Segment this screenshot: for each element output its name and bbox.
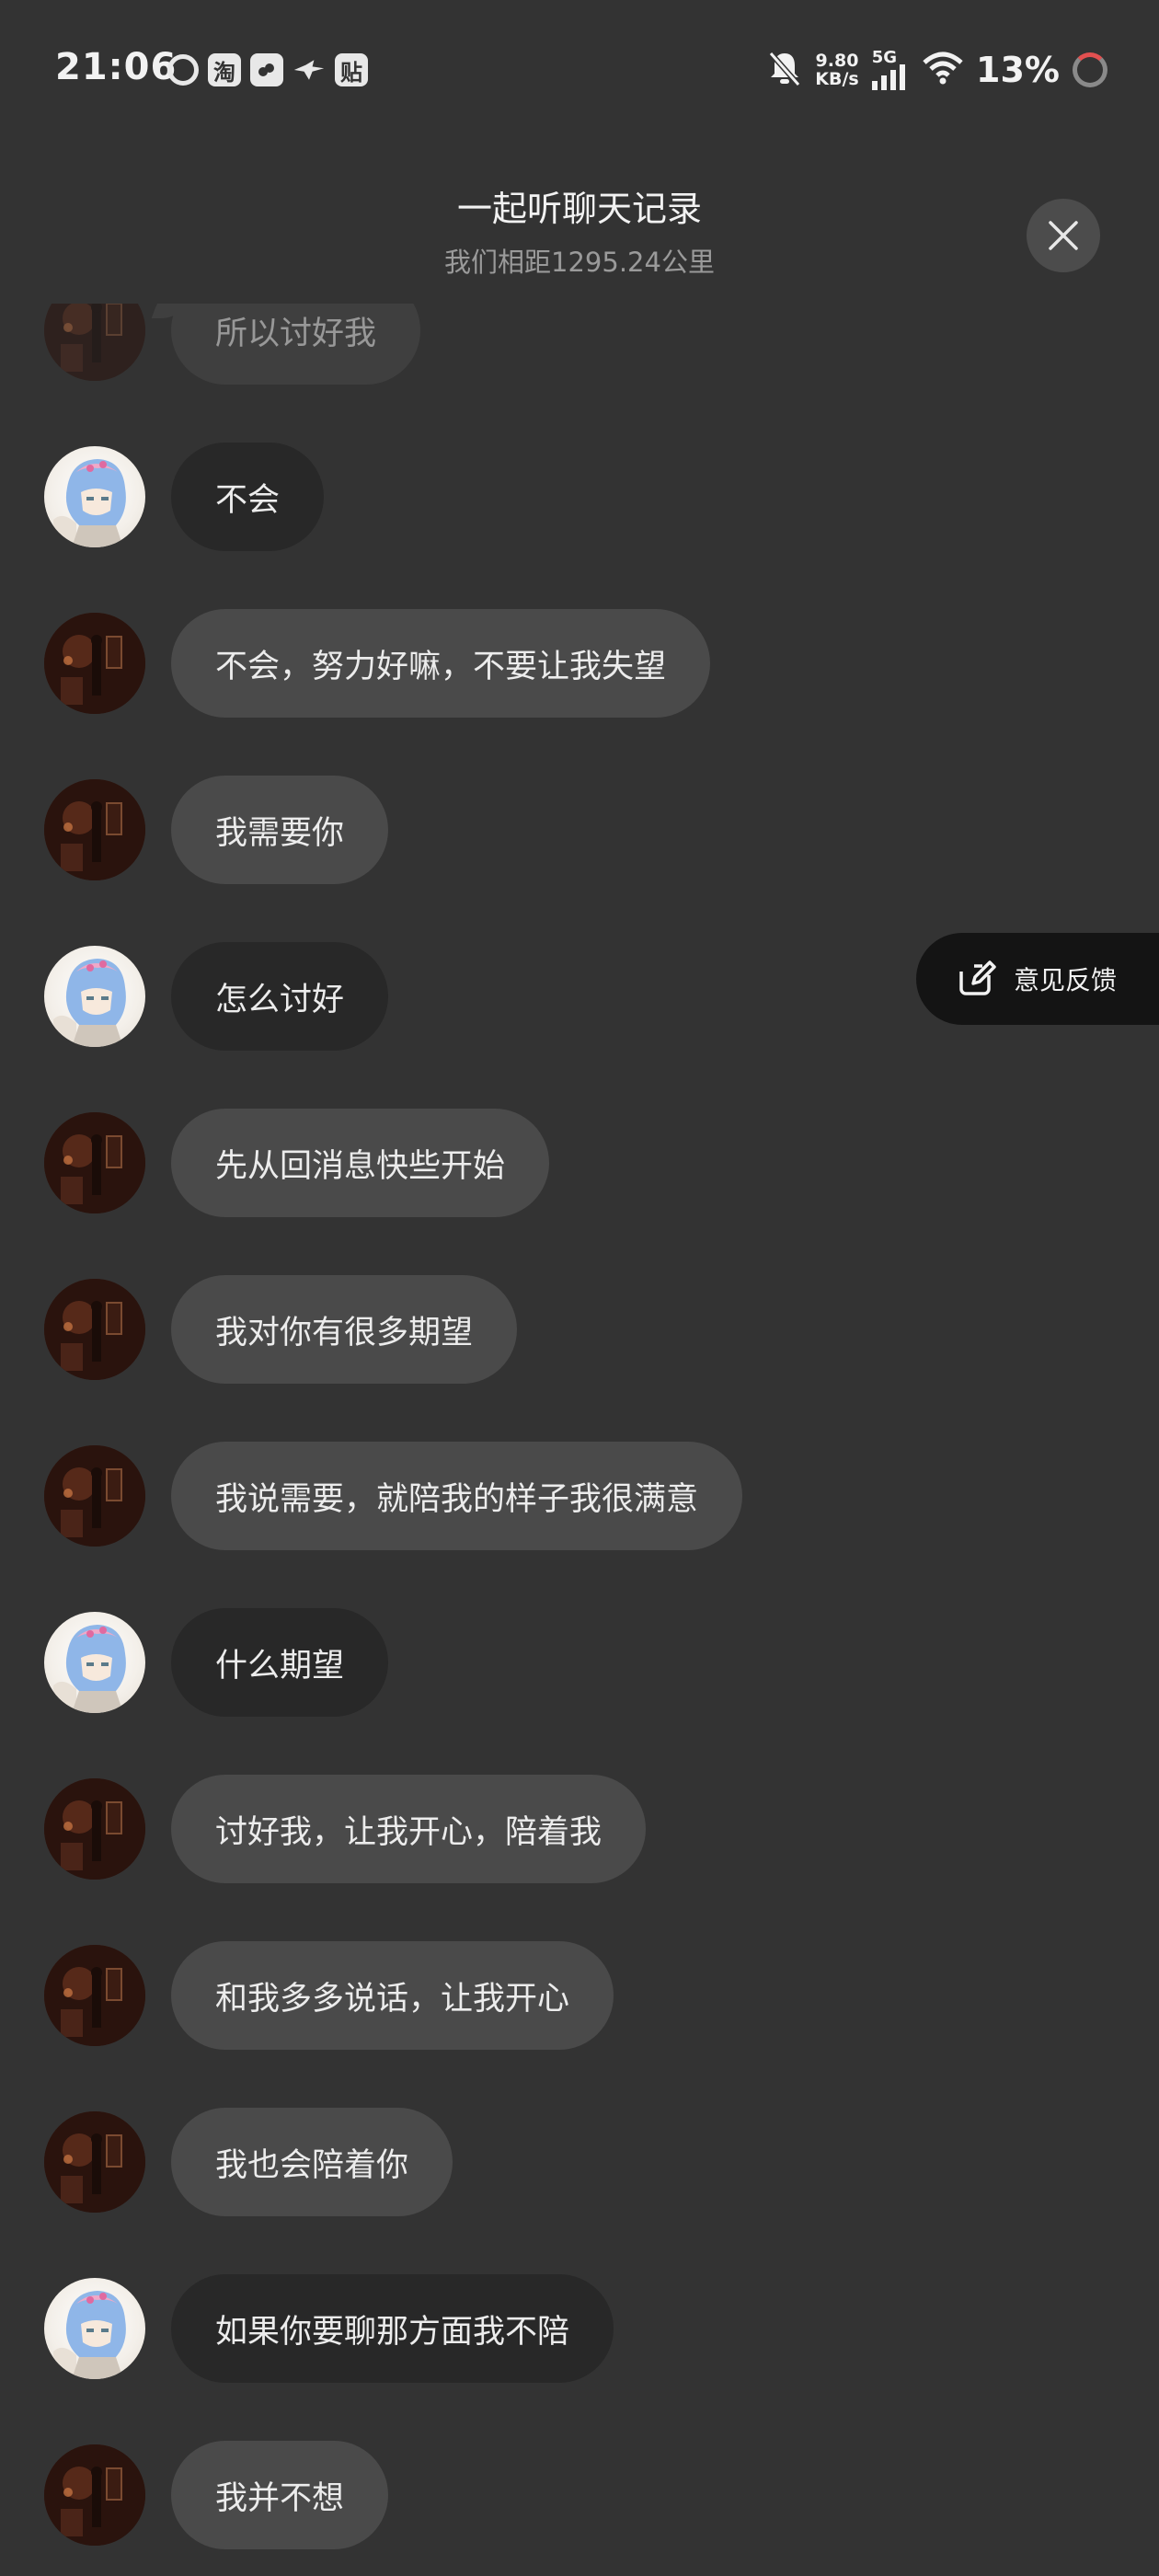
anime-avatar[interactable] xyxy=(44,946,145,1047)
message-bubble: 所以讨好我 xyxy=(171,304,421,385)
net-speed-unit: KB/s xyxy=(815,68,859,89)
bird-icon xyxy=(293,53,326,86)
close-button[interactable] xyxy=(1027,199,1100,272)
message-row: 我说需要，就陪我的样子我很满意 xyxy=(0,1442,1159,1552)
user-avatar[interactable] xyxy=(44,2444,145,2546)
user-avatar[interactable] xyxy=(44,1112,145,1213)
message-bubble: 怎么讨好 xyxy=(171,942,389,1051)
status-bar: 21:06 淘 贴 9.80 KB/s 5G 13% xyxy=(0,0,1159,138)
edit-icon xyxy=(959,960,997,995)
message-bubble: 先从回消息快些开始 xyxy=(171,1109,550,1217)
message-bubble: 我说需要，就陪我的样子我很满意 xyxy=(171,1442,743,1550)
message-row: 如果你要聊那方面我不陪 xyxy=(0,2274,1159,2385)
feedback-label: 意见反馈 xyxy=(1014,965,1118,995)
status-right-group: 9.80 KB/s 5G 13% xyxy=(767,48,1107,91)
user-avatar[interactable] xyxy=(44,613,145,714)
cellular-group: 5G xyxy=(871,48,910,94)
message-row: 我也会陪着你 xyxy=(0,2108,1159,2218)
net-speed-value: 9.80 xyxy=(815,50,859,71)
net-speed: 9.80 KB/s xyxy=(815,52,858,88)
user-avatar[interactable] xyxy=(44,304,145,381)
notification-icons: 淘 贴 xyxy=(167,53,368,86)
message-bubble: 什么期望 xyxy=(171,1608,389,1717)
battery-percent: 13% xyxy=(976,49,1060,90)
message-bubble: 不会 xyxy=(171,443,325,551)
message-list[interactable]: 所以讨好我不会不会，努力好嘛，不要让我失望 我需要你怎么讨好先从回消息快些开始 我对… xyxy=(0,304,1159,2576)
message-bubble: 我也会陪着你 xyxy=(171,2108,453,2216)
message-bubble: 我对你有很多期望 xyxy=(171,1275,518,1384)
weibo-icon xyxy=(167,54,199,86)
message-row: 不会 xyxy=(0,443,1159,553)
status-time: 21:06 xyxy=(55,46,178,88)
message-row: 先从回消息快些开始 xyxy=(0,1109,1159,1219)
feedback-button[interactable]: 意见反馈 xyxy=(916,933,1159,1025)
user-avatar[interactable] xyxy=(44,1778,145,1880)
cloud-icon xyxy=(250,53,283,86)
page-title: 一起听聊天记录 xyxy=(456,189,702,229)
message-row: 我并不想 xyxy=(0,2441,1159,2551)
user-avatar[interactable] xyxy=(44,779,145,880)
user-avatar[interactable] xyxy=(44,1945,145,2046)
message-bubble: 讨好我，让我开心，陪着我 xyxy=(171,1775,647,1883)
user-avatar[interactable] xyxy=(44,2111,145,2213)
message-row: 我对你有很多期望 xyxy=(0,1275,1159,1386)
message-bubble: 我并不想 xyxy=(171,2441,389,2549)
distance-subtitle: 我们相距1295.24公里 xyxy=(444,247,715,278)
message-bubble: 我需要你 xyxy=(171,776,389,884)
taobao-icon: 淘 xyxy=(208,53,241,86)
mute-bell-icon xyxy=(767,50,802,90)
anime-avatar[interactable] xyxy=(44,1612,145,1713)
battery-ring-icon xyxy=(1073,52,1107,87)
message-row: 我需要你 xyxy=(0,776,1159,886)
anime-avatar[interactable] xyxy=(44,2278,145,2379)
message-row: 讨好我，让我开心，陪着我 xyxy=(0,1775,1159,1885)
wifi-icon xyxy=(923,52,963,88)
user-avatar[interactable] xyxy=(44,1279,145,1380)
signal-icon xyxy=(871,64,909,94)
chat-history-page: 21:06 淘 贴 9.80 KB/s 5G 13% 一起听聊天记录 我们相距1… xyxy=(0,0,1159,2576)
message-row: 所以讨好我 xyxy=(0,304,1159,386)
message-bubble: 如果你要聊那方面我不陪 xyxy=(171,2274,614,2383)
message-row: 什么期望 xyxy=(0,1608,1159,1719)
tieba-icon: 贴 xyxy=(335,53,368,86)
anime-avatar[interactable] xyxy=(44,446,145,547)
close-icon xyxy=(1049,221,1078,250)
message-row: 不会，努力好嘛，不要让我失望 xyxy=(0,609,1159,719)
message-bubble: 不会，努力好嘛，不要让我失望 xyxy=(171,609,711,718)
user-avatar[interactable] xyxy=(44,1445,145,1547)
message-bubble: 和我多多说话，让我开心 xyxy=(171,1941,614,2050)
message-row: 和我多多说话，让我开心 xyxy=(0,1941,1159,2052)
